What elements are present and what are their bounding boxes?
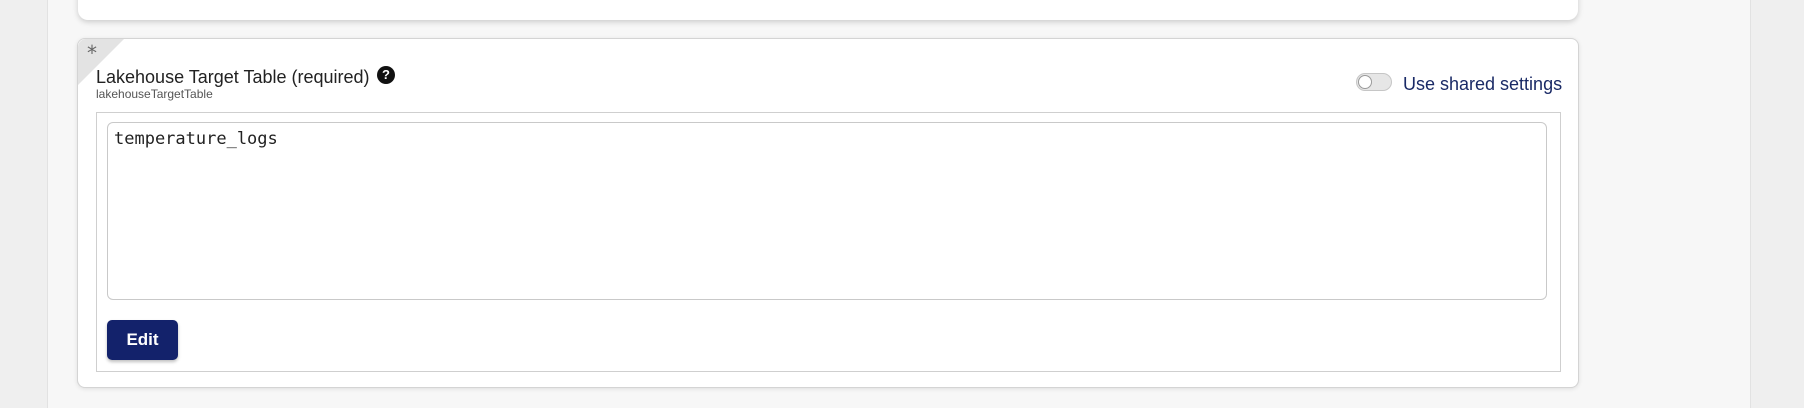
previous-field-card — [78, 0, 1578, 20]
target-table-value-field[interactable]: temperature_logs — [107, 122, 1547, 300]
edit-button[interactable]: Edit — [107, 320, 178, 360]
use-shared-settings-toggle[interactable] — [1356, 73, 1392, 91]
use-shared-settings-label[interactable]: Use shared settings — [1403, 74, 1562, 95]
field-key: lakehouseTargetTable — [96, 87, 213, 101]
toggle-knob — [1358, 75, 1372, 89]
field-card-lakehouse-target-table: * Lakehouse Target Table (required) ? la… — [77, 38, 1579, 388]
question-circle-icon[interactable]: ? — [377, 66, 395, 84]
field-value-container: temperature_logs Edit — [96, 112, 1561, 372]
asterisk-icon: * — [87, 41, 97, 65]
field-title: Lakehouse Target Table (required) — [96, 67, 370, 87]
